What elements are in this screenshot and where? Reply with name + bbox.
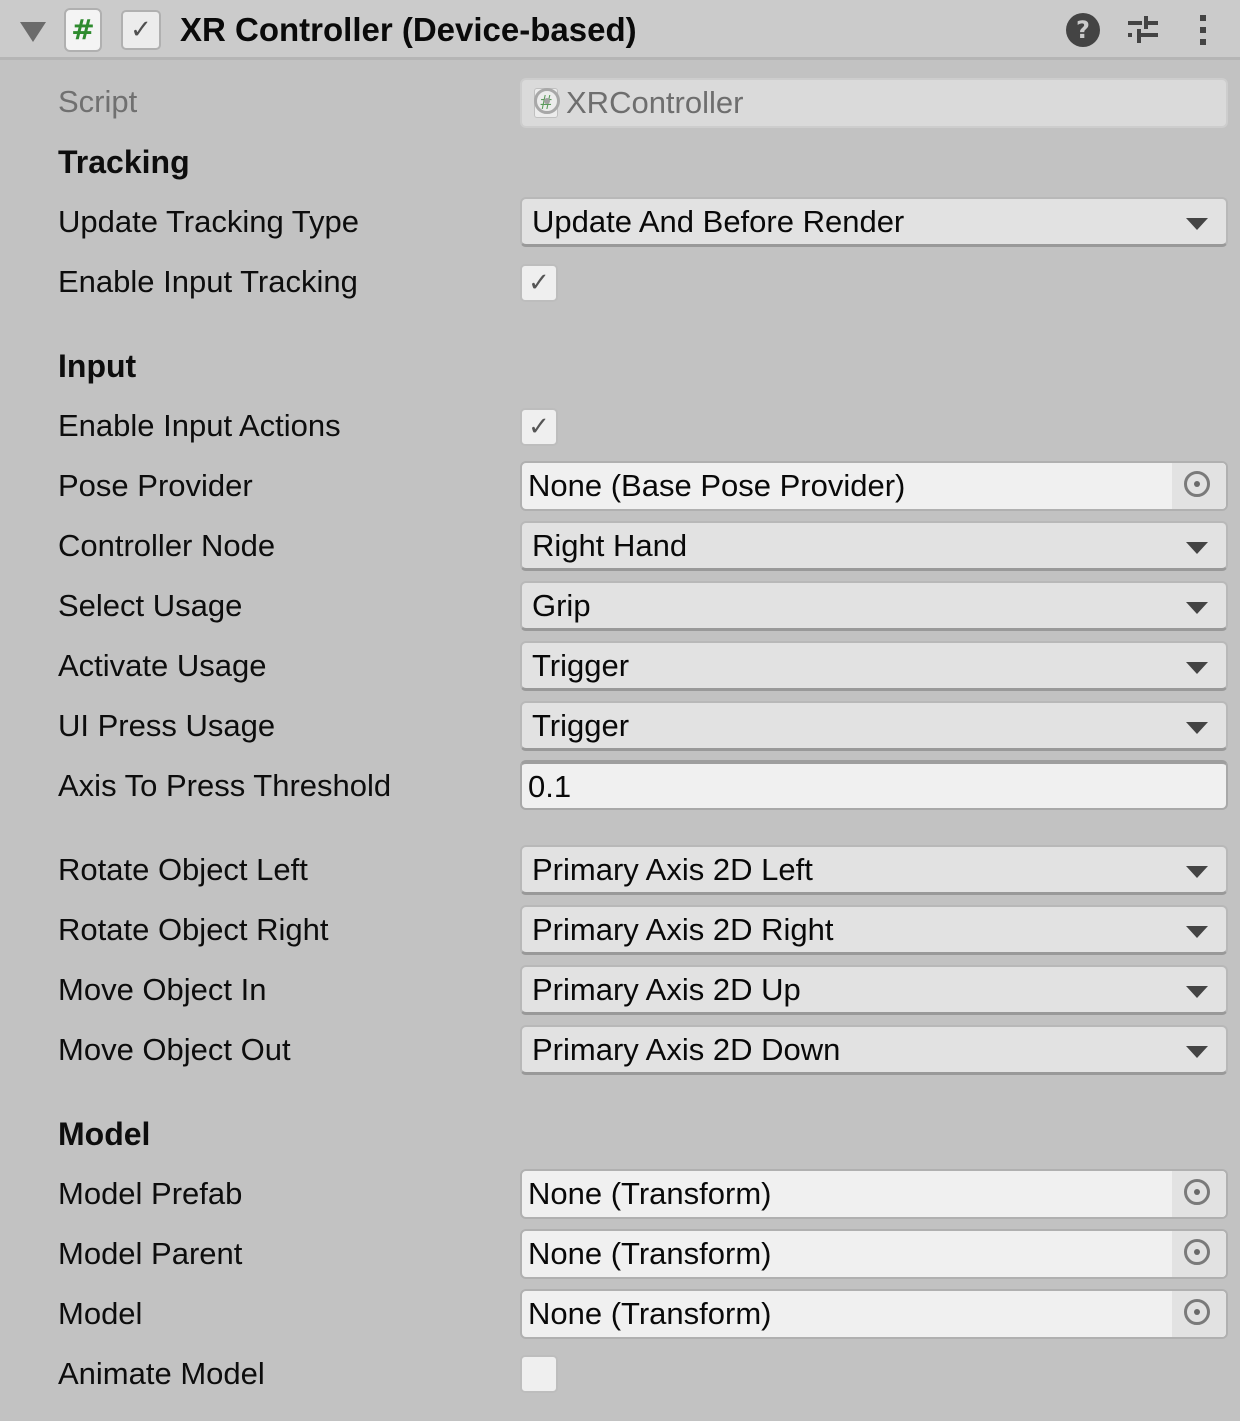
object-field-value: None (Base Pose Provider) — [528, 468, 906, 503]
chevron-down-icon — [1186, 986, 1208, 998]
dropdown-value: Trigger — [532, 708, 630, 743]
text-input-value: 0.1 — [528, 769, 572, 804]
model-prefab-field[interactable]: None (Transform) — [520, 1169, 1228, 1219]
object-field-value: None (Transform) — [528, 1296, 772, 1331]
component-title: XR Controller (Device-based) — [180, 11, 637, 48]
dropdown-value: Trigger — [532, 648, 630, 683]
object-field-value: None (Transform) — [528, 1236, 772, 1271]
ui-press-usage-label: UI Press Usage — [58, 708, 276, 743]
rotate-object-left-dropdown[interactable]: Primary Axis 2D Left — [520, 845, 1228, 895]
section-model: Model — [58, 1116, 151, 1152]
chevron-down-icon — [1186, 1046, 1208, 1058]
presets-icon[interactable] — [1125, 12, 1161, 48]
activate-usage-label: Activate Usage — [58, 648, 267, 683]
section-tracking: Tracking — [58, 144, 190, 180]
update-tracking-type-label: Update Tracking Type — [58, 204, 359, 239]
dropdown-value: Grip — [532, 588, 591, 623]
section-input: Input — [58, 348, 137, 384]
enable-input-actions-checkbox[interactable]: ✓ — [520, 408, 558, 446]
dropdown-value: Primary Axis 2D Up — [532, 972, 801, 1007]
controller-node-dropdown[interactable]: Right Hand — [520, 521, 1228, 571]
enable-input-tracking-label: Enable Input Tracking — [58, 264, 358, 299]
animate-model-label: Animate Model — [58, 1356, 265, 1391]
update-tracking-type-dropdown[interactable]: Update And Before Render — [520, 197, 1228, 247]
model-field[interactable]: None (Transform) — [520, 1289, 1228, 1339]
chevron-down-icon — [1186, 218, 1208, 230]
component-enabled-checkbox[interactable]: ✓ — [121, 10, 161, 50]
rotate-object-left-label: Rotate Object Left — [58, 852, 308, 887]
foldout-arrow-icon[interactable] — [20, 22, 46, 42]
rotate-object-right-label: Rotate Object Right — [58, 912, 329, 947]
kebab-menu-icon[interactable] — [1186, 12, 1222, 48]
object-picker-button[interactable] — [1172, 1291, 1226, 1337]
object-picker-button[interactable] — [1172, 1231, 1226, 1277]
rotate-object-right-dropdown[interactable]: Primary Axis 2D Right — [520, 905, 1228, 955]
pose-provider-label: Pose Provider — [58, 468, 253, 503]
enable-input-actions-label: Enable Input Actions — [58, 408, 341, 443]
object-picker-button[interactable] — [1172, 463, 1226, 509]
model-parent-label: Model Parent — [58, 1236, 243, 1271]
script-icon: # — [64, 8, 102, 52]
dropdown-value: Update And Before Render — [532, 204, 905, 239]
pose-provider-field[interactable]: None (Base Pose Provider) — [520, 461, 1228, 511]
axis-to-press-threshold-input[interactable]: 0.1 — [520, 760, 1228, 810]
enable-input-tracking-checkbox[interactable]: ✓ — [520, 264, 558, 302]
object-picker-icon — [1184, 1299, 1210, 1325]
object-picker-icon — [534, 88, 560, 114]
object-picker-button[interactable] — [1172, 1171, 1226, 1217]
component-header: # ✓ XR Controller (Device-based) ? — [0, 0, 1240, 60]
chevron-down-icon — [1186, 866, 1208, 878]
script-label: Script — [58, 84, 138, 119]
move-object-in-dropdown[interactable]: Primary Axis 2D Up — [520, 965, 1228, 1015]
axis-to-press-threshold-label: Axis To Press Threshold — [58, 768, 392, 803]
move-object-out-dropdown[interactable]: Primary Axis 2D Down — [520, 1025, 1228, 1075]
model-label: Model — [58, 1296, 143, 1331]
chevron-down-icon — [1186, 722, 1208, 734]
chevron-down-icon — [1186, 662, 1208, 674]
chevron-down-icon — [1186, 602, 1208, 614]
select-usage-label: Select Usage — [58, 588, 243, 623]
animate-model-checkbox[interactable] — [520, 1355, 558, 1393]
select-usage-dropdown[interactable]: Grip — [520, 581, 1228, 631]
object-field-value: None (Transform) — [528, 1176, 772, 1211]
move-object-out-label: Move Object Out — [58, 1032, 291, 1067]
chevron-down-icon — [1186, 926, 1208, 938]
help-icon[interactable]: ? — [1066, 13, 1100, 47]
script-field: # XRController — [520, 78, 1228, 128]
script-value: XRController — [566, 85, 744, 120]
move-object-in-label: Move Object In — [58, 972, 267, 1007]
chevron-down-icon — [1186, 542, 1208, 554]
dropdown-value: Primary Axis 2D Down — [532, 1032, 841, 1067]
object-picker-icon — [1184, 1179, 1210, 1205]
model-parent-field[interactable]: None (Transform) — [520, 1229, 1228, 1279]
dropdown-value: Primary Axis 2D Right — [532, 912, 834, 947]
object-picker-icon — [1184, 1239, 1210, 1265]
activate-usage-dropdown[interactable]: Trigger — [520, 641, 1228, 691]
controller-node-label: Controller Node — [58, 528, 276, 563]
dropdown-value: Primary Axis 2D Left — [532, 852, 813, 887]
object-picker-icon — [1184, 471, 1210, 497]
model-prefab-label: Model Prefab — [58, 1176, 243, 1211]
ui-press-usage-dropdown[interactable]: Trigger — [520, 701, 1228, 751]
dropdown-value: Right Hand — [532, 528, 688, 563]
